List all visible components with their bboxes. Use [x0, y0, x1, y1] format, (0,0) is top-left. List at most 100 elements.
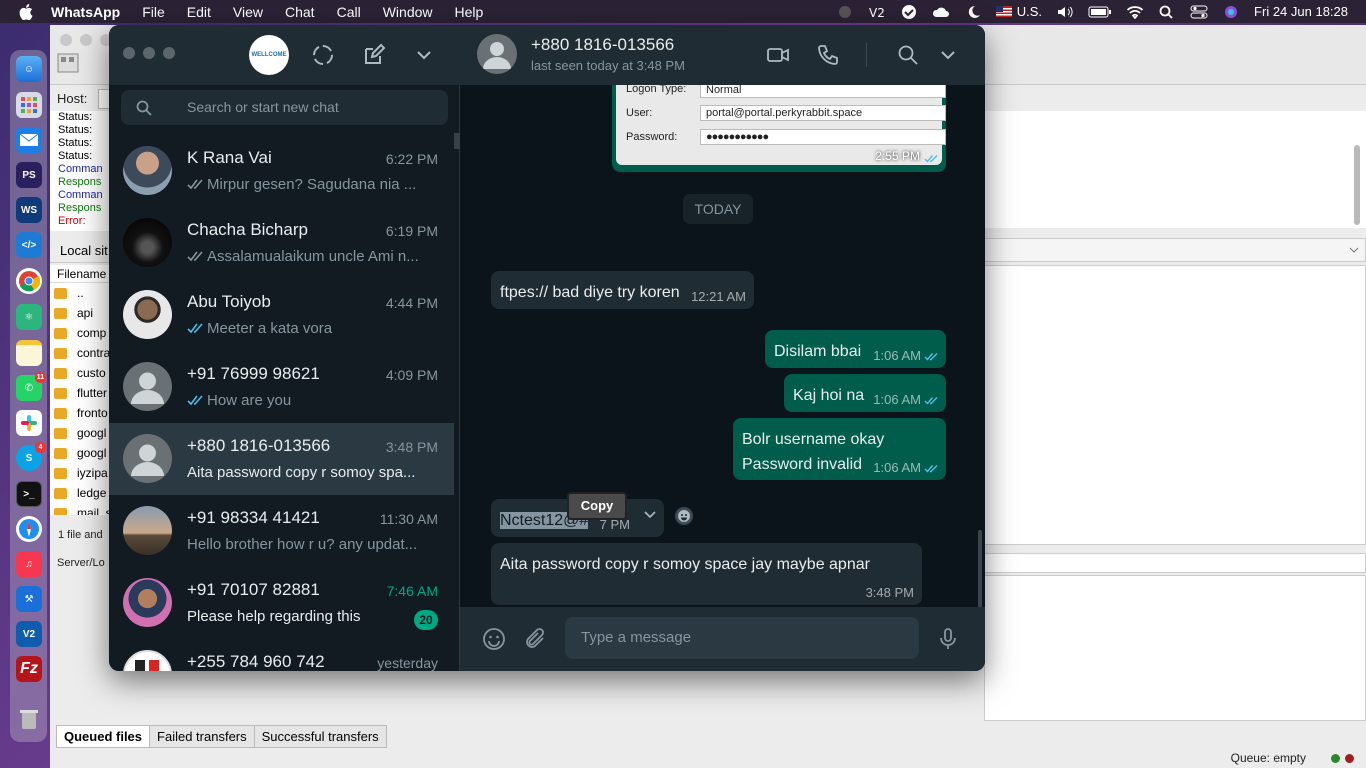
local-file-list[interactable]: Filename .. api comp contra custo flutte…: [50, 265, 110, 515]
file-row[interactable]: contra: [50, 343, 110, 363]
music-icon[interactable]: ♫: [16, 551, 42, 577]
chat-item[interactable]: +255 784 960 742 yesterday: [109, 639, 454, 671]
contact-avatar-icon[interactable]: [477, 34, 517, 74]
file-row[interactable]: flutter: [50, 383, 110, 403]
phpstorm-icon[interactable]: PS: [16, 162, 42, 188]
attach-icon[interactable]: [523, 627, 547, 651]
spotlight-icon[interactable]: [1158, 5, 1176, 19]
terminal-icon[interactable]: >_: [16, 481, 42, 507]
outgoing-message[interactable]: Disilam bbai 1:06 AM: [765, 330, 946, 368]
menu-chat[interactable]: Chat: [285, 4, 315, 20]
input-source[interactable]: U.S.: [995, 4, 1042, 19]
microphone-icon[interactable]: [936, 627, 960, 651]
tab-queued-files[interactable]: Queued files: [56, 725, 151, 748]
site-manager-icon[interactable]: [56, 51, 80, 75]
chat-item[interactable]: +91 76999 98621 4:09 PM How are you: [109, 351, 454, 423]
screenshot-image[interactable]: Logon Type: Normal User: portal@portal.p…: [616, 85, 946, 165]
minimize-dot[interactable]: [143, 47, 155, 59]
search-icon[interactable]: [896, 43, 920, 67]
cloud-icon[interactable]: [932, 5, 950, 19]
file-row[interactable]: iyzipa: [50, 463, 110, 483]
check-circle-icon[interactable]: [900, 4, 918, 19]
skype-icon[interactable]: S4: [16, 442, 46, 471]
close-dot[interactable]: [60, 34, 72, 46]
chat-item[interactable]: +91 70107 82881 7:46 AM Please help rega…: [109, 567, 454, 639]
trash-icon[interactable]: [16, 706, 42, 732]
zoom-dot[interactable]: [163, 47, 175, 59]
dark-mode-icon[interactable]: [964, 5, 982, 19]
chat-item[interactable]: +91 98334 41421 11:30 AM Hello brother h…: [109, 495, 454, 567]
status-icon[interactable]: [311, 43, 335, 67]
incoming-message[interactable]: Aita password copy r somoy space jay may…: [491, 543, 922, 605]
whatsapp-dock-icon[interactable]: ✆ 11: [16, 372, 46, 401]
menu-call[interactable]: Call: [337, 4, 361, 20]
transfer-queue[interactable]: [984, 575, 1366, 721]
menu-file[interactable]: File: [142, 4, 165, 20]
file-row[interactable]: ..: [50, 283, 110, 303]
video-call-icon[interactable]: [766, 43, 790, 67]
profile-avatar[interactable]: WELLCOME: [249, 35, 289, 75]
menu-window[interactable]: Window: [383, 4, 433, 20]
chevron-down-icon[interactable]: [936, 43, 960, 67]
image-message[interactable]: Logon Type: Normal User: portal@portal.p…: [612, 85, 946, 172]
file-row[interactable]: googl: [50, 443, 110, 463]
status-menu-icon[interactable]: [836, 5, 854, 19]
finder-icon[interactable]: ☺: [16, 56, 42, 82]
file-row[interactable]: googl: [50, 423, 110, 443]
tab-successful-transfers[interactable]: Successful transfers: [253, 725, 387, 748]
remote-file-list[interactable]: [984, 265, 1366, 545]
chevron-down-icon[interactable]: [644, 511, 656, 519]
v2ray-icon[interactable]: V2: [16, 621, 42, 647]
chat-item[interactable]: K Rana Vai 6:22 PM Mirpur gesen? Sagudan…: [109, 135, 454, 207]
file-row[interactable]: comp: [50, 323, 110, 343]
menu-app-name[interactable]: WhatsApp: [51, 4, 120, 20]
safari-icon[interactable]: [16, 516, 42, 542]
copy-popup[interactable]: Copy: [567, 492, 627, 520]
chrome-icon[interactable]: [16, 268, 42, 294]
chat-item-active[interactable]: +880 1816-013566 3:48 PM Aita password c…: [109, 423, 454, 495]
search-input[interactable]: Search or start new chat: [187, 99, 339, 115]
xcode-icon[interactable]: ⚒: [16, 586, 42, 612]
volume-icon[interactable]: [1056, 5, 1074, 19]
minimize-dot[interactable]: [80, 34, 92, 46]
wifi-icon[interactable]: [1126, 5, 1144, 19]
remote-site-bar[interactable]: [984, 238, 1366, 262]
chevron-down-icon[interactable]: [1349, 245, 1359, 255]
file-row[interactable]: api: [50, 303, 110, 323]
slack-icon[interactable]: [16, 410, 42, 436]
menu-edit[interactable]: Edit: [187, 4, 211, 20]
close-dot[interactable]: [123, 47, 135, 59]
outgoing-message[interactable]: Bolr username okay Password invalid 1:06…: [733, 418, 946, 480]
notes-icon[interactable]: [16, 340, 42, 366]
voice-call-icon[interactable]: [816, 43, 840, 67]
filezilla-icon[interactable]: Fz: [16, 656, 42, 682]
control-center-icon[interactable]: [1190, 5, 1208, 19]
file-row[interactable]: fronto: [50, 403, 110, 423]
conversation-header[interactable]: +880 1816-013566 last seen today at 3:48…: [460, 25, 985, 85]
incoming-message[interactable]: ftpes:// bad diye try koren 12:21 AM: [491, 271, 754, 309]
vpn-icon[interactable]: V2: [868, 5, 886, 19]
menu-clock[interactable]: Fri 24 Jun 18:28: [1254, 4, 1348, 19]
file-row[interactable]: ledge: [50, 483, 110, 503]
menu-help[interactable]: Help: [455, 4, 484, 20]
chat-item[interactable]: Chacha Bicharp 6:19 PM Assalamualaikum u…: [109, 207, 454, 279]
message-area[interactable]: Logon Type: Normal User: portal@portal.p…: [460, 85, 985, 607]
webstorm-icon[interactable]: WS: [16, 197, 42, 223]
messages-scrollbar[interactable]: [978, 530, 982, 607]
filename-header[interactable]: Filename: [50, 265, 110, 283]
new-chat-icon[interactable]: [362, 43, 386, 67]
siri-icon[interactable]: [1222, 5, 1240, 19]
message-input[interactable]: Type a message: [565, 617, 919, 659]
mail-icon[interactable]: [16, 127, 42, 153]
emoji-icon[interactable]: [482, 627, 506, 651]
search-bar[interactable]: Search or start new chat: [121, 90, 448, 125]
atom-icon[interactable]: ⚛: [16, 304, 42, 330]
vscode-icon[interactable]: </>: [16, 232, 42, 258]
chat-item[interactable]: Abu Toiyob 4:44 PM Meeter a kata vora: [109, 279, 454, 351]
file-row[interactable]: custo: [50, 363, 110, 383]
menu-view[interactable]: View: [233, 4, 263, 20]
reaction-emoji-icon[interactable]: [675, 507, 693, 525]
battery-icon[interactable]: [1088, 5, 1112, 19]
file-row[interactable]: mail_s: [50, 503, 110, 515]
outgoing-message[interactable]: Kaj hoi na 1:06 AM: [784, 374, 946, 412]
